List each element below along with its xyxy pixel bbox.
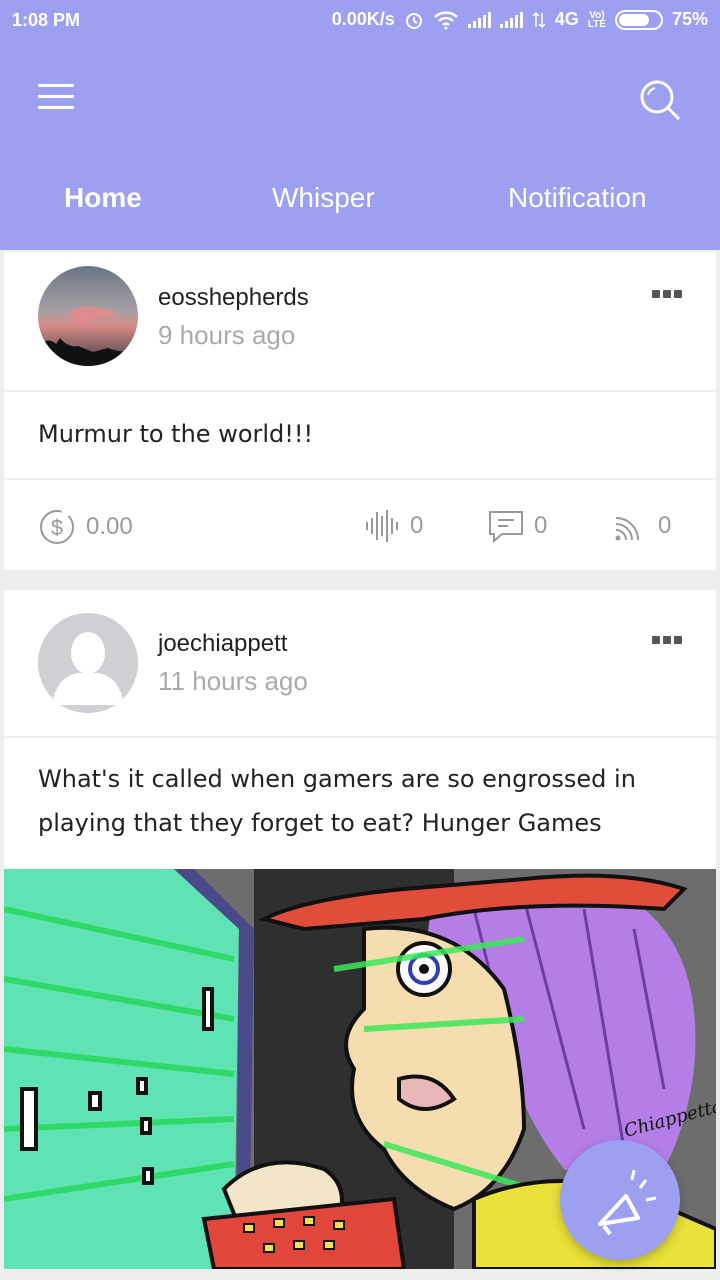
more-options-icon[interactable] xyxy=(652,636,682,644)
app-bar: Home Whisper Notification xyxy=(0,40,720,250)
wifi-icon xyxy=(433,10,458,29)
tip-button[interactable]: $ 0.00 xyxy=(38,508,133,546)
coin-icon: $ xyxy=(40,510,74,544)
timestamp: 9 hours ago xyxy=(158,320,296,350)
alarm-icon xyxy=(405,12,422,29)
compose-button[interactable] xyxy=(560,1140,680,1260)
timestamp: 11 hours ago xyxy=(158,666,308,696)
post-body: Murmur to the world!!! xyxy=(4,392,716,478)
tip-amount: 0.00 xyxy=(86,513,133,540)
network-type: 4G xyxy=(554,9,579,29)
avatar[interactable] xyxy=(38,266,138,366)
data-arrows-icon xyxy=(532,11,546,28)
signal-icon xyxy=(467,11,491,28)
comment-icon xyxy=(489,511,523,544)
comment-count: 0 xyxy=(534,512,548,539)
post-header: joechiappett 11 hours ago xyxy=(4,590,716,736)
tab-home[interactable]: Home xyxy=(64,182,142,214)
murmur-button[interactable]: 0 xyxy=(364,508,423,544)
share-button[interactable]: 0 xyxy=(612,508,671,544)
post-body: What's it called when gamers are so engr… xyxy=(4,738,716,869)
svg-text:$: $ xyxy=(51,515,63,540)
status-time: 1:08 PM xyxy=(12,10,81,30)
megaphone-icon xyxy=(598,1169,657,1236)
username[interactable]: eosshepherds xyxy=(158,284,309,312)
soundwave-icon xyxy=(366,510,398,542)
post-actions: $ 0.00 0 0 0 xyxy=(4,480,716,570)
battery-icon xyxy=(614,9,663,30)
tab-bar: Home Whisper Notification xyxy=(0,182,720,222)
username[interactable]: joechiappett xyxy=(158,630,287,658)
more-options-icon[interactable] xyxy=(652,290,682,298)
tab-notification[interactable]: Notification xyxy=(508,182,647,214)
post-text: What's it called when gamers are so engr… xyxy=(38,765,636,837)
search-icon[interactable] xyxy=(636,76,684,124)
volte-icon: Vo) LTE xyxy=(587,9,606,30)
hamburger-icon[interactable] xyxy=(38,84,74,110)
murmur-count: 0 xyxy=(410,512,424,539)
battery-level: 75% xyxy=(671,9,708,29)
net-speed: 0.00K/s xyxy=(331,9,395,29)
tab-whisper[interactable]: Whisper xyxy=(272,182,375,214)
post-text: Murmur to the world!!! xyxy=(38,420,314,448)
comment-button[interactable]: 0 xyxy=(488,508,547,544)
broadcast-icon xyxy=(615,517,639,541)
avatar[interactable] xyxy=(38,613,138,713)
share-count: 0 xyxy=(658,512,672,539)
signal-icon-2 xyxy=(499,11,523,28)
status-icons: 0.00K/s 4G Vo) LTE 75% xyxy=(332,9,708,30)
status-bar: 1:08 PM 0.00K/s 4G Vo) LTE 75% xyxy=(0,0,720,40)
post-header: eosshepherds 9 hours ago xyxy=(4,252,716,390)
